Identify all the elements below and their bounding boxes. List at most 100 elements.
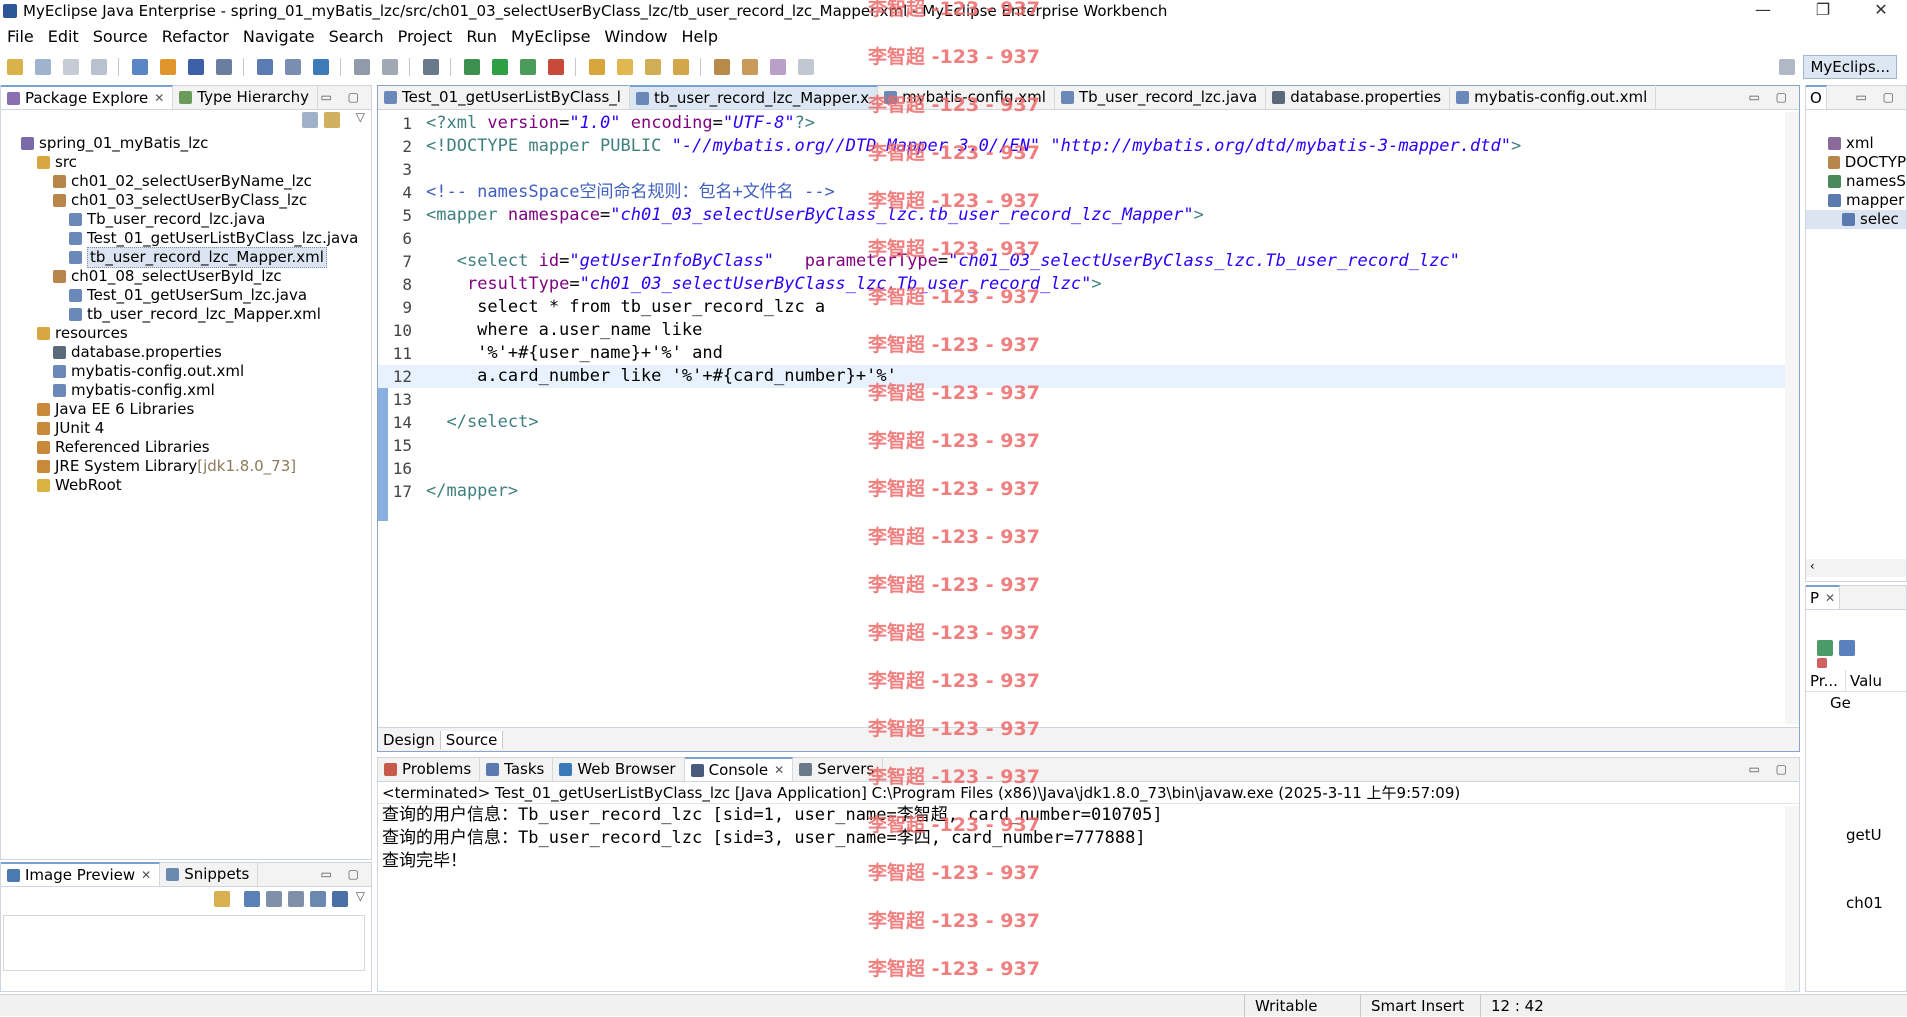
- code-line[interactable]: 9 select * from tb_user_record_lzc a: [378, 296, 1799, 319]
- minimize-maximize-icon[interactable]: ▭ ▢: [321, 90, 366, 104]
- outline-item[interactable]: selec: [1806, 210, 1906, 229]
- close-icon[interactable]: ✕: [1825, 587, 1835, 609]
- database-icon[interactable]: [216, 59, 232, 75]
- menu-refactor[interactable]: Refactor: [155, 27, 236, 46]
- editor-vertical-scrollbar[interactable]: [1785, 112, 1799, 724]
- tree-item[interactable]: mybatis-config.xml: [1, 381, 371, 400]
- code-line[interactable]: 17 </mapper>: [378, 480, 1799, 503]
- new-project-icon[interactable]: [132, 59, 148, 75]
- tree-item[interactable]: Tb_user_record_lzc.java: [1, 210, 371, 229]
- tab-snippets[interactable]: Snippets: [160, 862, 259, 886]
- search-icon[interactable]: [617, 59, 633, 75]
- editor-tab[interactable]: database.properties: [1266, 85, 1451, 109]
- tree-item[interactable]: src: [1, 153, 371, 172]
- property-row[interactable]: Ge: [1806, 692, 1906, 714]
- tree-item[interactable]: JRE System Library [jdk1.8.0_73]: [1, 457, 371, 476]
- collapse-all-icon[interactable]: [302, 112, 318, 128]
- menu-myeclipse[interactable]: MyEclipse: [504, 27, 597, 46]
- console-output[interactable]: 查询的用户信息：Tb_user_record_lzc [sid=1, user_…: [378, 804, 1799, 873]
- tab-source[interactable]: Source: [440, 730, 504, 749]
- minimize-maximize-icon[interactable]: ▭ ▢: [1749, 762, 1794, 776]
- minimize-maximize-icon[interactable]: ▭ ▢: [1856, 90, 1901, 104]
- tree-item[interactable]: resources: [1, 324, 371, 343]
- save-all-icon[interactable]: [63, 59, 79, 75]
- minimize-maximize-icon[interactable]: ▭ ▢: [321, 867, 366, 881]
- code-line[interactable]: 14 </select>: [378, 411, 1799, 434]
- console-tab-console[interactable]: Console ✕: [684, 757, 794, 781]
- console-tab-tasks[interactable]: Tasks: [480, 757, 554, 781]
- menu-project[interactable]: Project: [391, 27, 460, 46]
- myeclipse-perspective-button[interactable]: MyEclips...: [1803, 55, 1897, 79]
- annotation-icon[interactable]: [673, 59, 689, 75]
- tree-item[interactable]: Java EE 6 Libraries: [1, 400, 371, 419]
- undeploy-icon[interactable]: [382, 59, 398, 75]
- code-line[interactable]: 3: [378, 158, 1799, 181]
- view-menu-icon[interactable]: ▽: [356, 110, 365, 124]
- tab-design[interactable]: Design: [378, 730, 441, 749]
- tab-package-explorer[interactable]: Package Explore ✕: [1, 85, 174, 109]
- actual-size-icon[interactable]: [310, 891, 326, 907]
- code-line[interactable]: 8 resultType="ch01_03_selectUserByClass_…: [378, 273, 1799, 296]
- zoom-fit-icon[interactable]: [332, 891, 348, 907]
- console-tab-problems[interactable]: Problems: [378, 757, 481, 781]
- advanced-icon[interactable]: [1839, 640, 1855, 656]
- tree-item[interactable]: ch01_08_selectUserById_lzc: [1, 267, 371, 286]
- outline-horizontal-scrollbar[interactable]: ‹: [1806, 559, 1906, 577]
- code-line[interactable]: 10 where a.user_name like: [378, 319, 1799, 342]
- tree-item[interactable]: tb_user_record_lzc_Mapper.xml: [1, 247, 371, 268]
- next-annotation-icon[interactable]: [714, 59, 730, 75]
- code-line[interactable]: 7 <select id="getUserInfoByClass" parame…: [378, 250, 1799, 273]
- menu-navigate[interactable]: Navigate: [236, 27, 322, 46]
- run-icon[interactable]: [492, 59, 508, 75]
- view-menu-icon[interactable]: ▽: [356, 889, 365, 903]
- open-folder-icon[interactable]: [589, 59, 605, 75]
- open-resource-icon[interactable]: [188, 59, 204, 75]
- code-line[interactable]: 13: [378, 388, 1799, 411]
- code-line[interactable]: 2 <!DOCTYPE mapper PUBLIC "-//mybatis.org…: [378, 135, 1799, 158]
- code-line[interactable]: 4 <!-- namesSpace空间命名规则：包名+文件名 -->: [378, 181, 1799, 204]
- maximize-button[interactable]: ❐: [1800, 0, 1846, 22]
- tab-outline[interactable]: O: [1806, 85, 1827, 109]
- menu-window[interactable]: Window: [597, 27, 674, 46]
- tree-item[interactable]: Referenced Libraries: [1, 438, 371, 457]
- outline-item[interactable]: mapper: [1806, 191, 1906, 210]
- new-icon[interactable]: [7, 59, 23, 75]
- editor-tab[interactable]: mybatis-config.out.xml: [1450, 85, 1657, 109]
- close-icon[interactable]: ✕: [154, 87, 164, 109]
- code-area[interactable]: 1 <?xml version="1.0" encoding="UTF-8"?> 2…: [378, 112, 1799, 503]
- back-icon[interactable]: [770, 59, 786, 75]
- code-line[interactable]: 16: [378, 457, 1799, 480]
- close-icon[interactable]: ✕: [774, 759, 784, 781]
- code-line[interactable]: 15: [378, 434, 1799, 457]
- globe-icon[interactable]: [313, 59, 329, 75]
- minimize-button[interactable]: —: [1740, 0, 1786, 22]
- menu-run[interactable]: Run: [459, 27, 504, 46]
- tree-item[interactable]: Test_01_getUserSum_lzc.java: [1, 286, 371, 305]
- tab-type-hierarchy[interactable]: Type Hierarchy: [173, 85, 319, 109]
- minimize-maximize-icon[interactable]: ▭ ▢: [1749, 90, 1794, 104]
- open-type-icon[interactable]: [160, 59, 176, 75]
- code-line[interactable]: 1 <?xml version="1.0" encoding="UTF-8"?>: [378, 112, 1799, 135]
- code-line[interactable]: 11 '%'+#{user_name}+'%' and: [378, 342, 1799, 365]
- new-bean-icon[interactable]: [285, 59, 301, 75]
- restore-default-icon[interactable]: [1817, 658, 1827, 668]
- tree-item[interactable]: mybatis-config.out.xml: [1, 362, 371, 381]
- tree-item[interactable]: JUnit 4: [1, 419, 371, 438]
- tree-item[interactable]: database.properties: [1, 343, 371, 362]
- zoom-out-icon[interactable]: [266, 891, 282, 907]
- editor-tab[interactable]: tb_user_record_lzc_Mapper.x: [629, 85, 879, 109]
- code-line[interactable]: 12 a.card_number like '%'+#{card_number}…: [378, 365, 1799, 388]
- outline-item[interactable]: DOCTYP: [1806, 153, 1906, 172]
- new-web-icon[interactable]: [257, 59, 273, 75]
- external-tools-icon[interactable]: [548, 59, 564, 75]
- menu-search[interactable]: Search: [322, 27, 391, 46]
- tree-item[interactable]: WebRoot: [1, 476, 371, 495]
- tree-item[interactable]: ch01_02_selectUserByName_lzc: [1, 172, 371, 191]
- server-icon[interactable]: [423, 59, 439, 75]
- link-editor-icon[interactable]: [324, 112, 340, 128]
- tab-image-preview[interactable]: Image Preview ✕: [1, 862, 161, 886]
- open-perspective-icon[interactable]: [1779, 59, 1796, 75]
- save-icon[interactable]: [35, 59, 51, 75]
- outline-item[interactable]: xml: [1806, 134, 1906, 153]
- close-icon[interactable]: ✕: [141, 864, 151, 886]
